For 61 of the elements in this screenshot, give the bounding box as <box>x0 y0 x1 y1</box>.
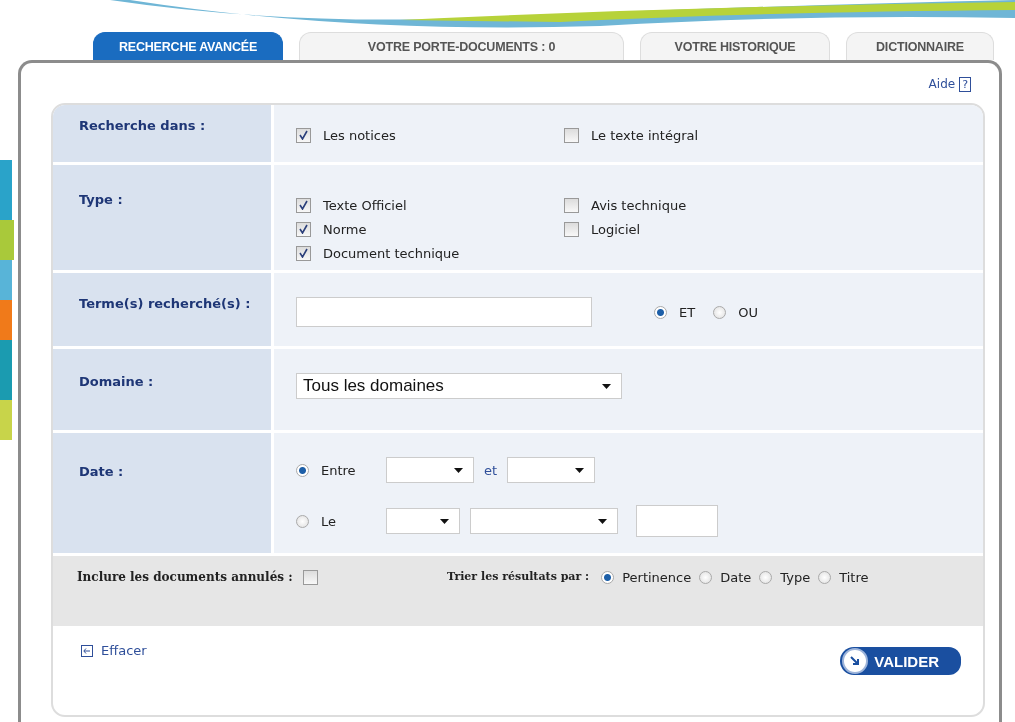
radio-button[interactable] <box>759 570 773 584</box>
tab[interactable]: VOTRE PORTE-DOCUMENTS : 0 <box>299 32 624 60</box>
search-terms-field[interactable] <box>296 297 592 327</box>
option-label: Inclure les documents annulés : <box>77 570 293 584</box>
caret-icon <box>440 518 449 524</box>
tab[interactable]: RECHERCHE AVANCÉE <box>93 32 283 60</box>
radio-button[interactable] <box>654 305 667 319</box>
arrow-circle-icon <box>842 648 869 674</box>
option-label: Avis technique <box>591 197 687 213</box>
submit-button[interactable]: VALIDER <box>840 647 961 675</box>
option-label: Pertinence <box>622 569 692 585</box>
field-label: Domaine : <box>53 349 271 430</box>
option-label: OU <box>738 304 758 320</box>
radio-button[interactable] <box>713 305 727 319</box>
option-label: Document technique <box>323 245 460 261</box>
radio-button[interactable] <box>296 463 309 477</box>
option-label: ET <box>679 304 696 320</box>
option-label: Le texte intégral <box>591 127 699 143</box>
radio-button[interactable] <box>296 514 309 528</box>
checkbox[interactable] <box>302 570 318 585</box>
dropdown[interactable] <box>507 457 596 483</box>
field-label: Type : <box>53 165 271 270</box>
checkbox[interactable] <box>296 197 311 213</box>
option-label: Type <box>780 569 811 585</box>
field-label: Date : <box>53 433 271 553</box>
option-label: Trier les résultats par : <box>447 570 590 583</box>
caret-icon <box>598 518 607 524</box>
option-label: Texte Officiel <box>323 197 407 213</box>
option-label: Norme <box>323 221 367 237</box>
help-link[interactable]: Aide <box>928 77 956 91</box>
dropdown[interactable] <box>386 508 460 534</box>
field-label: Terme(s) recherché(s) : <box>53 273 271 346</box>
back-arrow-icon <box>81 644 93 657</box>
field-label: Recherche dans : <box>53 105 271 162</box>
year-field[interactable] <box>636 505 718 537</box>
checkbox[interactable] <box>296 127 311 143</box>
caret-icon <box>602 383 611 389</box>
radio-button[interactable] <box>699 570 713 584</box>
help-icon[interactable]: ? <box>959 76 971 92</box>
connector-text: et <box>484 462 498 478</box>
radio-button[interactable] <box>601 570 615 584</box>
checkbox[interactable] <box>296 245 311 261</box>
option-label: Les notices <box>323 127 396 143</box>
option-label: Titre <box>839 569 869 585</box>
caret-icon <box>454 467 463 473</box>
checkbox[interactable] <box>564 221 579 237</box>
checkbox[interactable] <box>564 197 579 213</box>
option-label: Logiciel <box>591 221 641 237</box>
clear-link[interactable]: Effacer <box>81 643 147 658</box>
dropdown[interactable]: Tous les domaines <box>296 373 622 399</box>
caret-icon <box>575 467 585 473</box>
option-label: Le <box>321 513 336 529</box>
checkbox[interactable] <box>564 127 579 143</box>
dropdown[interactable] <box>470 508 618 534</box>
tab[interactable]: DICTIONNAIRE <box>846 32 994 60</box>
option-label: Date <box>720 569 752 585</box>
tab[interactable]: VOTRE HISTORIQUE <box>640 32 830 60</box>
dropdown[interactable] <box>386 457 474 483</box>
option-label: Entre <box>321 462 356 478</box>
radio-button[interactable] <box>818 570 832 584</box>
checkbox[interactable] <box>296 221 311 237</box>
